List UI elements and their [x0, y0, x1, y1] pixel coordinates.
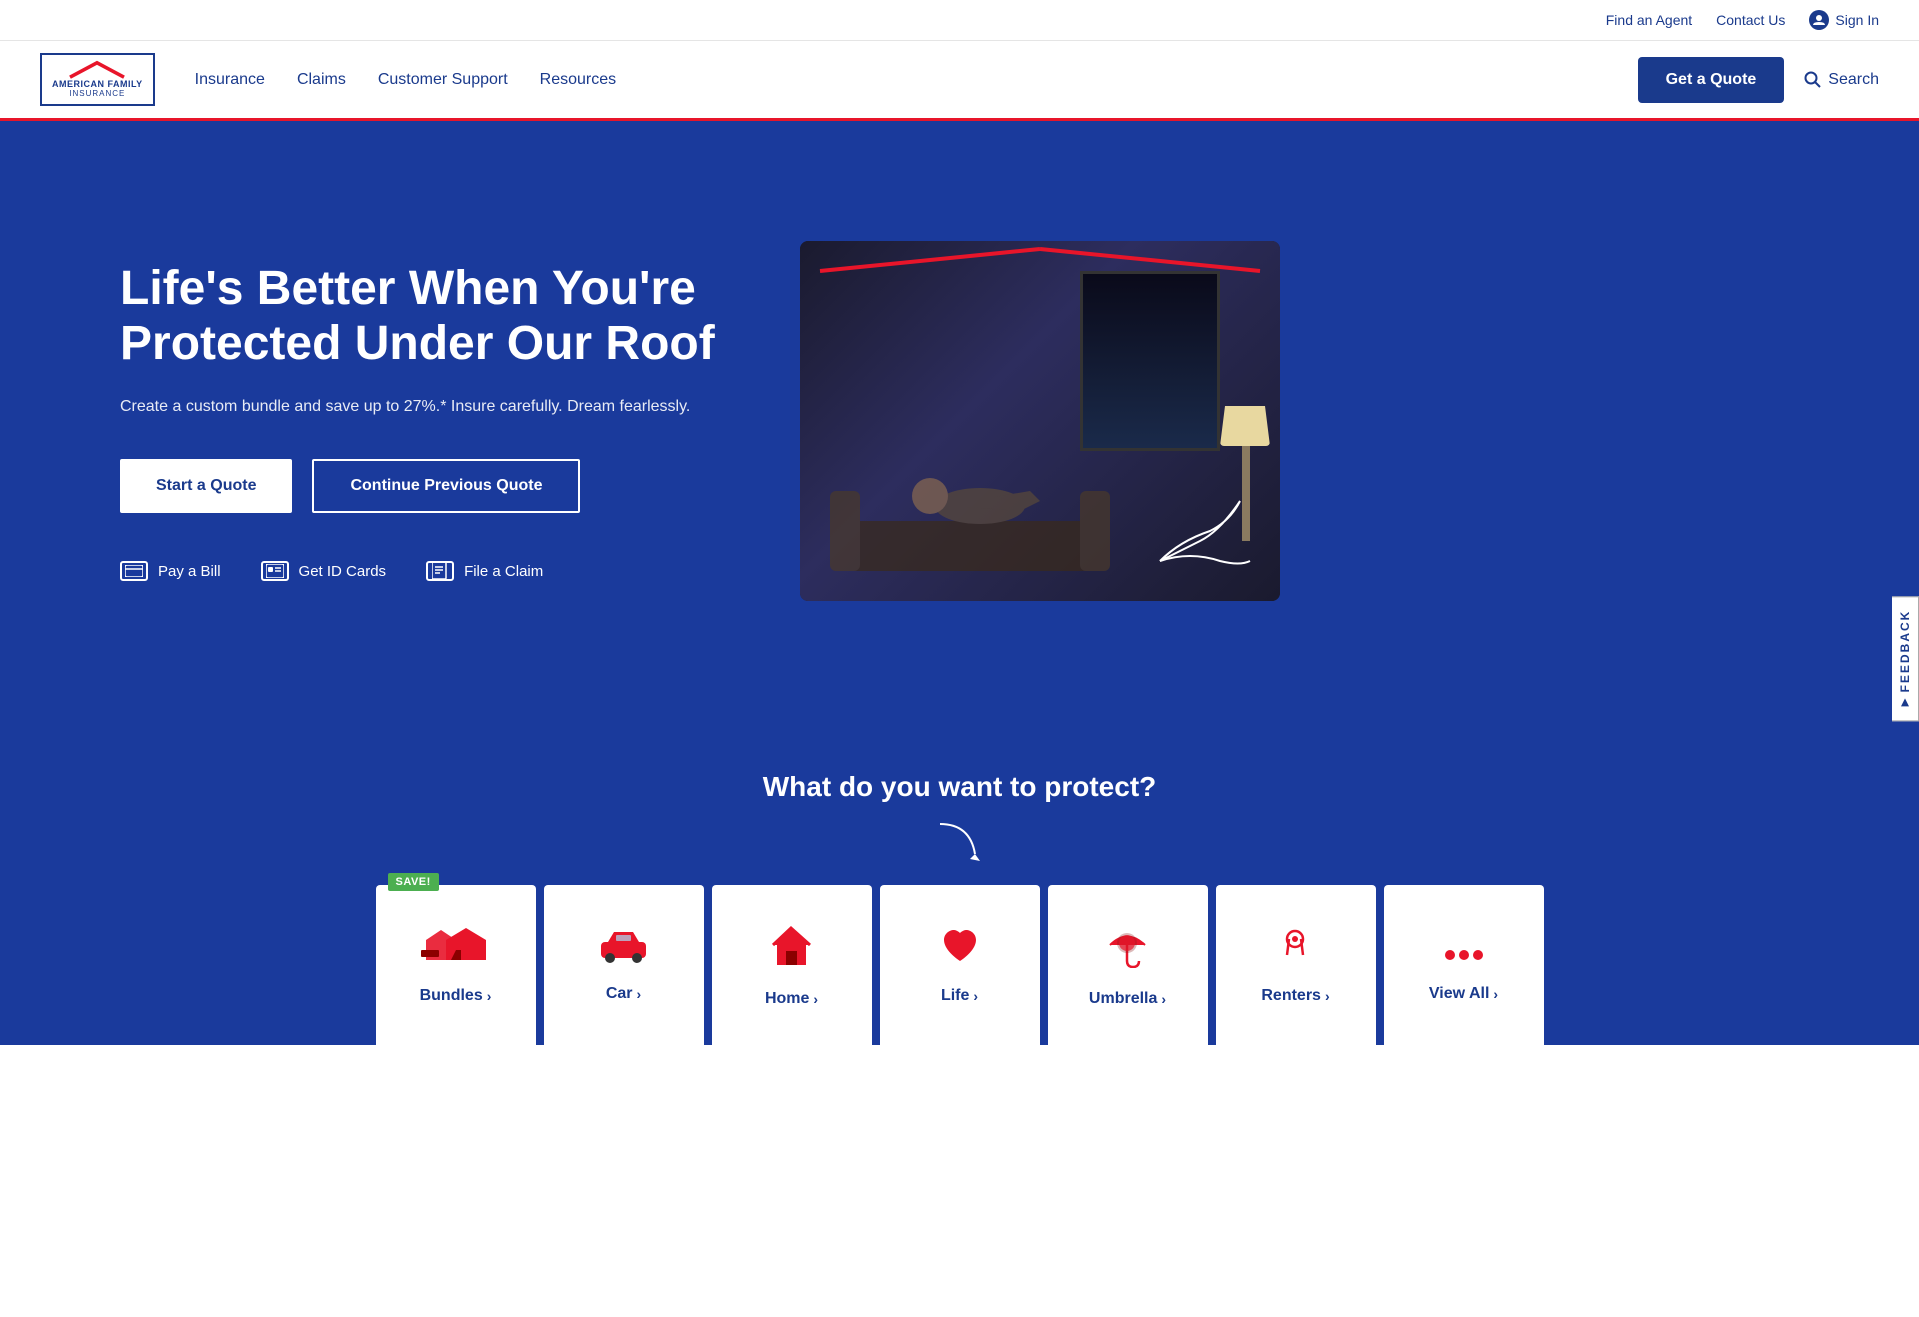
card-label-life: Life › [941, 987, 978, 1005]
hero-section: Life's Better When You're Protected Unde… [0, 121, 1919, 741]
card-label-umbrella: Umbrella › [1089, 990, 1166, 1008]
car-icon [596, 928, 651, 973]
file-claim-link[interactable]: File a Claim [426, 561, 543, 581]
hero-image [800, 241, 1280, 601]
sign-in-link[interactable]: Sign In [1809, 10, 1879, 30]
category-card-bundles[interactable]: SAVE! Bundles › [376, 885, 536, 1045]
pay-bill-link[interactable]: Pay a Bill [120, 561, 221, 581]
file-claim-icon [426, 561, 454, 581]
pay-bill-icon [120, 561, 148, 581]
hero-quick-actions: Pay a Bill Get ID Cards [120, 561, 760, 581]
feedback-icon [1899, 696, 1911, 708]
category-card-home[interactable]: Home › [712, 885, 872, 1045]
lamp-shade [1220, 406, 1270, 446]
logo-text-main: AMERICAN FAMILY [52, 79, 143, 90]
nav-right: Get a Quote Search [1638, 57, 1879, 103]
save-badge: SAVE! [388, 873, 439, 891]
protect-title: What do you want to protect? [40, 771, 1879, 803]
hero-buttons: Start a Quote Continue Previous Quote [120, 459, 760, 513]
renters-icon [1273, 925, 1318, 975]
start-quote-button[interactable]: Start a Quote [120, 459, 292, 513]
card-label-home: Home › [765, 990, 818, 1008]
category-card-view-all[interactable]: View All › [1384, 885, 1544, 1045]
search-button[interactable]: Search [1804, 71, 1879, 89]
card-label-renters: Renters › [1261, 987, 1329, 1005]
nav-resources[interactable]: Resources [540, 71, 616, 89]
protect-section: What do you want to protect? SAVE! Bundl… [0, 741, 1919, 1045]
feedback-button[interactable]: FEEDBACK [1892, 596, 1919, 721]
nav-customer-support[interactable]: Customer Support [378, 71, 508, 89]
umbrella-icon [1105, 923, 1150, 978]
hero-content: Life's Better When You're Protected Unde… [120, 261, 760, 581]
couch-scene-svg [820, 381, 1120, 581]
card-label-bundles: Bundles › [420, 987, 492, 1005]
category-card-renters[interactable]: Renters › [1216, 885, 1376, 1045]
logo[interactable]: AMERICAN FAMILY INSURANCE [40, 53, 155, 107]
card-label-view all: View All › [1429, 985, 1498, 1003]
find-agent-link[interactable]: Find an Agent [1606, 12, 1692, 28]
card-label-car: Car › [606, 985, 641, 1003]
feedback-tab-container: FEEDBACK [1892, 596, 1919, 721]
bundles-icon [421, 925, 491, 975]
arrow-svg [920, 819, 1000, 869]
logo-text-sub: INSURANCE [69, 89, 125, 98]
utility-bar: Find an Agent Contact Us Sign In [0, 0, 1919, 41]
category-cards-row: SAVE! Bundles › Car › Home › Life › Umbr… [40, 885, 1879, 1045]
id-card-icon [261, 561, 289, 581]
life-icon [940, 925, 980, 975]
search-icon [1804, 71, 1822, 89]
home-icon [769, 923, 814, 978]
category-card-car[interactable]: Car › [544, 885, 704, 1045]
user-icon [1809, 10, 1829, 30]
hero-roof-svg [800, 241, 1280, 281]
continue-quote-button[interactable]: Continue Previous Quote [312, 459, 580, 513]
get-quote-button[interactable]: Get a Quote [1638, 57, 1785, 103]
get-id-cards-link[interactable]: Get ID Cards [261, 561, 387, 581]
signature-svg [1140, 491, 1260, 571]
more-icon [1444, 928, 1484, 973]
category-card-life[interactable]: Life › [880, 885, 1040, 1045]
contact-us-link[interactable]: Contact Us [1716, 12, 1785, 28]
nav-insurance[interactable]: Insurance [195, 71, 265, 89]
category-card-umbrella[interactable]: Umbrella › [1048, 885, 1208, 1045]
hero-title: Life's Better When You're Protected Unde… [120, 261, 760, 371]
main-nav: AMERICAN FAMILY INSURANCE Insurance Clai… [0, 41, 1919, 121]
nav-links: Insurance Claims Customer Support Resour… [195, 71, 1638, 89]
hero-subtitle: Create a custom bundle and save up to 27… [120, 395, 760, 419]
nav-claims[interactable]: Claims [297, 71, 346, 89]
